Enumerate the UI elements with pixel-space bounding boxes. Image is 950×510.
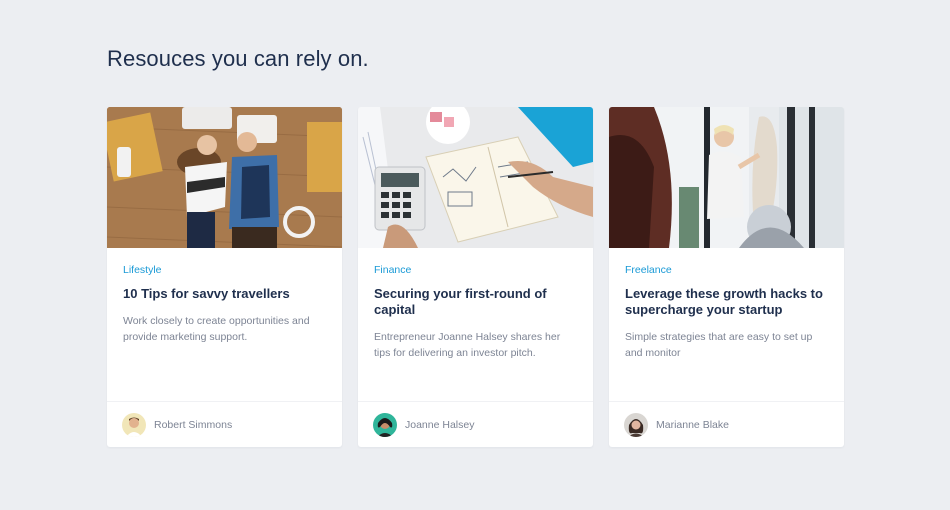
page-title: Resouces you can rely on. (107, 46, 369, 71)
author-name[interactable]: Robert Simmons (154, 419, 232, 431)
author-avatar[interactable] (122, 412, 146, 437)
author-avatar[interactable] (373, 412, 397, 437)
resource-card[interactable]: Lifestyle 10 Tips for savvy travellers W… (107, 107, 342, 447)
card-image-photo (358, 107, 593, 248)
card-image[interactable] (358, 107, 593, 248)
card-title[interactable]: Leverage these growth hacks to superchar… (625, 286, 829, 318)
card-image[interactable] (107, 107, 342, 248)
card-image[interactable] (609, 107, 844, 248)
resource-card[interactable]: Freelance Leverage these growth hacks to… (609, 107, 844, 447)
card-image-photo (107, 107, 342, 248)
card-category[interactable]: Finance (374, 264, 578, 276)
card-category[interactable]: Lifestyle (123, 264, 327, 276)
card-footer: Joanne Halsey (358, 401, 593, 447)
card-footer: Marianne Blake (609, 401, 844, 447)
card-description: Work closely to create opportunities and… (123, 315, 310, 343)
author-name[interactable]: Joanne Halsey (405, 419, 474, 431)
author-name[interactable]: Marianne Blake (656, 419, 729, 431)
resource-card[interactable]: Finance Securing your first-round of cap… (358, 107, 593, 447)
card-description: Entrepreneur Joanne Halsey shares her ti… (374, 331, 561, 359)
card-grid: Lifestyle 10 Tips for savvy travellers W… (107, 107, 844, 447)
card-title[interactable]: Securing your first-round of capital (374, 286, 578, 318)
card-title[interactable]: 10 Tips for savvy travellers (123, 286, 327, 302)
card-category[interactable]: Freelance (625, 264, 829, 276)
card-image-photo (609, 107, 844, 248)
card-footer: Robert Simmons (107, 401, 342, 447)
card-description: Simple strategies that are easy to set u… (625, 331, 813, 359)
author-avatar[interactable] (624, 412, 648, 437)
